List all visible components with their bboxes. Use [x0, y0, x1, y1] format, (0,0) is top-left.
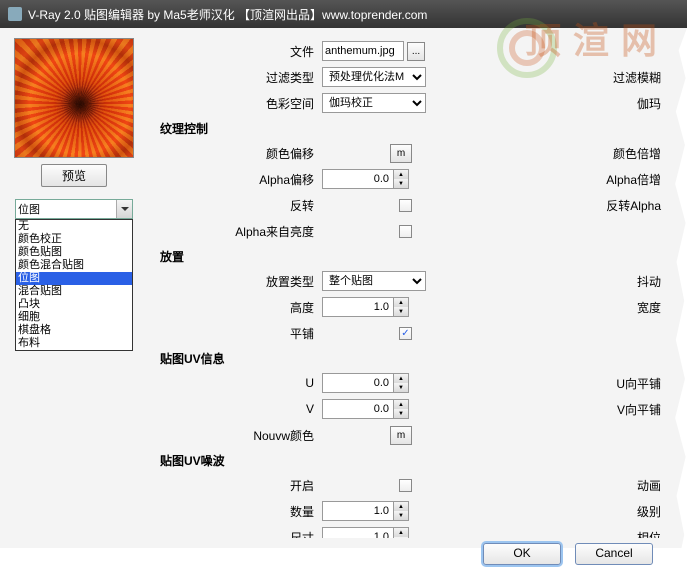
map-type-list[interactable]: 无颜色校正颜色贴图颜色混合贴图位图混合贴图凸块细胞棋盘格布料 — [15, 219, 133, 351]
noise-size-spinner[interactable]: ▲▼ — [322, 527, 409, 538]
alpha-from-lum-label: Alpha来自亮度 — [152, 223, 322, 240]
section-texture: 纹理控制 — [160, 118, 671, 138]
invert-label: 反转 — [152, 197, 322, 214]
file-browse-button[interactable]: ... — [407, 42, 425, 61]
invert-alpha-label: 反转Alpha — [432, 197, 671, 214]
list-item[interactable]: 颜色混合贴图 — [16, 259, 132, 272]
u-tile-label: U向平铺 — [432, 375, 671, 392]
list-item[interactable]: 混合贴图 — [16, 285, 132, 298]
main-panel: 文件 ... 过滤类型 预处理优化法M 过滤模糊 色彩空间 伽玛校正 伽玛 纹理… — [152, 38, 677, 538]
colorspace-select[interactable]: 伽玛校正 — [322, 93, 426, 113]
nouvw-label: Nouvw颜色 — [152, 427, 322, 444]
color-offset-label: 颜色偏移 — [152, 145, 322, 162]
noise-size-label: 尺寸 — [152, 529, 322, 539]
ok-button[interactable]: OK — [483, 543, 561, 565]
level-label: 级别 — [432, 503, 671, 520]
gamma-label: 伽玛 — [432, 95, 671, 112]
list-item[interactable]: 棋盘格 — [16, 324, 132, 337]
nouvw-button[interactable]: m — [390, 426, 412, 445]
titlebar: V-Ray 2.0 贴图编辑器 by Ma5老师汉化 【顶渲网出品】www.to… — [0, 0, 687, 28]
combo-value: 位图 — [18, 204, 40, 216]
alpha-mult-label: Alpha倍增 — [432, 171, 671, 188]
alpha-from-lum-checkbox[interactable] — [399, 225, 412, 238]
combo-arrow[interactable] — [116, 200, 132, 218]
list-item[interactable]: 颜色校正 — [16, 233, 132, 246]
preview-image — [14, 38, 134, 158]
noise-on-checkbox[interactable] — [399, 479, 412, 492]
u-label: U — [152, 376, 322, 390]
file-field[interactable] — [322, 41, 404, 61]
list-item[interactable]: 位图 — [16, 272, 132, 285]
alpha-offset-label: Alpha偏移 — [152, 171, 322, 188]
noise-amt-label: 数量 — [152, 503, 322, 520]
jitter-label: 抖动 — [432, 273, 671, 290]
list-item[interactable]: 凸块 — [16, 298, 132, 311]
tile-checkbox[interactable]: ✓ — [399, 327, 412, 340]
preview-button[interactable]: 预览 — [41, 164, 107, 187]
noise-amt-spinner[interactable]: ▲▼ — [322, 501, 409, 521]
list-item[interactable]: 颜色贴图 — [16, 246, 132, 259]
color-mult-label: 颜色倍增 — [432, 145, 671, 162]
noise-on-label: 开启 — [152, 477, 322, 494]
width-label: 宽度 — [432, 299, 671, 316]
torn-edge-bottom — [0, 569, 687, 585]
section-uv: 贴图UV信息 — [160, 348, 671, 368]
spin-down-icon[interactable]: ▼ — [394, 179, 408, 188]
filter-blur-label: 过滤模糊 — [432, 69, 671, 86]
chevron-down-icon — [121, 207, 129, 211]
v-spinner[interactable]: ▲▼ — [322, 399, 409, 419]
alpha-offset-spinner[interactable]: ▲▼ — [322, 169, 409, 189]
tile-label: 平铺 — [152, 325, 322, 342]
v-tile-label: V向平铺 — [432, 401, 671, 418]
section-placement: 放置 — [160, 246, 671, 266]
window-title: V-Ray 2.0 贴图编辑器 by Ma5老师汉化 【顶渲网出品】www.to… — [28, 6, 427, 23]
height-spinner[interactable]: ▲▼ — [322, 297, 409, 317]
anim-label: 动画 — [432, 477, 671, 494]
colorspace-label: 色彩空间 — [152, 95, 322, 112]
list-item[interactable]: 布料 — [16, 337, 132, 350]
spin-up-icon[interactable]: ▲ — [394, 170, 408, 179]
app-icon — [8, 7, 22, 21]
dialog-footer: OK Cancel — [483, 543, 653, 565]
invert-checkbox[interactable] — [399, 199, 412, 212]
cancel-button[interactable]: Cancel — [575, 543, 653, 565]
height-label: 高度 — [152, 299, 322, 316]
list-item[interactable]: 无 — [16, 220, 132, 233]
filter-label: 过滤类型 — [152, 69, 322, 86]
list-item[interactable]: 细胞 — [16, 311, 132, 324]
place-type-label: 放置类型 — [152, 273, 322, 290]
map-type-combo[interactable]: 位图 — [15, 199, 133, 219]
filter-select[interactable]: 预处理优化法M — [322, 67, 426, 87]
file-label: 文件 — [152, 43, 322, 60]
color-offset-button[interactable]: m — [390, 144, 412, 163]
place-type-select[interactable]: 整个贴图 — [322, 271, 426, 291]
phase-label: 相位 — [432, 529, 671, 539]
section-noise: 贴图UV噪波 — [160, 450, 671, 470]
v-label: V — [152, 402, 322, 416]
sidebar: 预览 位图 无颜色校正颜色贴图颜色混合贴图位图混合贴图凸块细胞棋盘格布料 — [10, 38, 138, 538]
u-spinner[interactable]: ▲▼ — [322, 373, 409, 393]
